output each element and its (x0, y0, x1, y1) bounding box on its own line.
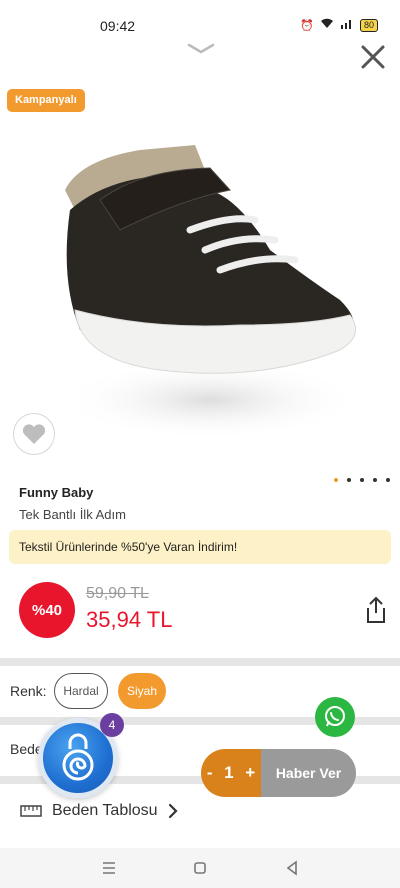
heart-icon (22, 424, 46, 444)
old-price: 59,90 TL (86, 585, 149, 602)
carousel-dot[interactable] (334, 478, 338, 482)
back-triangle-icon (286, 860, 297, 876)
divider (0, 658, 400, 666)
carousel-dot[interactable] (386, 478, 390, 482)
signal-icon (340, 18, 354, 32)
carousel-dot[interactable] (360, 478, 364, 482)
campaign-badge: Kampanyalı (7, 89, 85, 112)
close-button[interactable] (358, 42, 388, 72)
back-button[interactable] (282, 858, 302, 878)
status-bar: 09:42 ⏰ 80 (0, 0, 400, 40)
alarm-icon: ⏰ (300, 19, 314, 32)
menu-icon (103, 862, 115, 874)
carousel-dot[interactable] (373, 478, 377, 482)
share-icon (367, 596, 385, 623)
size-chart-label: Beden Tablosu (52, 802, 158, 819)
add-to-cart-bar: - 1 + Haber Ver (201, 749, 356, 797)
ruler-icon (20, 805, 42, 817)
quantity-value: 1 (224, 763, 234, 782)
whatsapp-button[interactable] (315, 697, 355, 737)
whatsapp-icon (325, 706, 345, 727)
color-option-hardal[interactable]: Hardal (54, 673, 108, 709)
brand-name[interactable]: Funny Baby (19, 485, 93, 500)
product-image[interactable] (40, 120, 360, 460)
accessibility-icon (62, 733, 94, 781)
discount-badge: %40 (19, 582, 75, 638)
chevron-right-icon (168, 803, 178, 819)
current-price: 35,94 TL (86, 607, 173, 632)
recent-apps-button[interactable] (99, 858, 119, 878)
square-icon (194, 862, 206, 874)
chevron-down-icon[interactable] (187, 42, 215, 56)
color-label: Renk: (10, 683, 47, 699)
status-icons: ⏰ 80 (300, 18, 378, 32)
close-icon (361, 45, 385, 69)
status-time: 09:42 (100, 18, 136, 34)
product-name: Tek Bantlı İlk Adım (19, 507, 126, 522)
carousel-dot[interactable] (347, 478, 351, 482)
favorite-button[interactable] (13, 413, 55, 455)
notify-me-button[interactable]: Haber Ver (261, 749, 356, 797)
system-nav-bar (0, 848, 400, 888)
home-button[interactable] (190, 858, 210, 878)
color-option-siyah[interactable]: Siyah (118, 673, 166, 709)
wifi-icon (320, 18, 334, 32)
quantity-stepper: - 1 + (201, 749, 261, 797)
notification-count-badge: 4 (100, 713, 124, 737)
size-chart-link[interactable]: Beden Tablosu (20, 802, 178, 820)
decrease-quantity-button[interactable]: - (207, 763, 213, 783)
image-carousel-dots[interactable] (334, 478, 390, 482)
share-button[interactable] (364, 596, 388, 624)
battery-icon: 80 (359, 18, 378, 32)
promo-banner[interactable]: Tekstil Ürünlerinde %50'ye Varan İndirim… (9, 530, 391, 564)
increase-quantity-button[interactable]: + (245, 763, 255, 783)
